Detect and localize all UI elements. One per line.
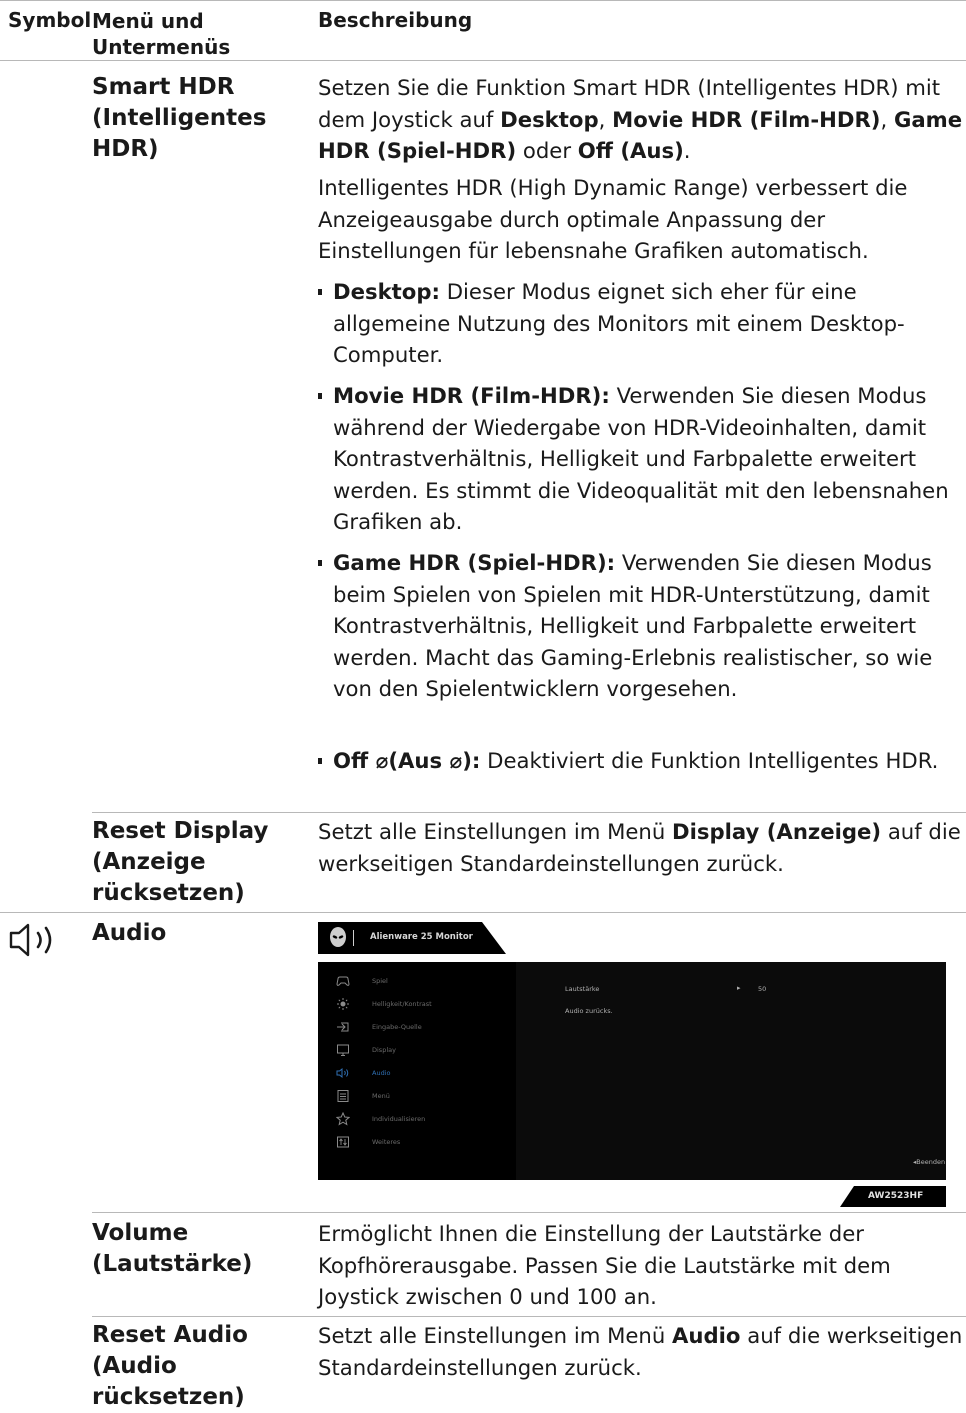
osd-item-spiel: Spiel [328, 972, 508, 990]
bullet-game-hdr: Game HDR (Spiel-HDR): Verwenden Sie dies… [318, 547, 963, 705]
menu-smart-hdr: Smart HDR (Intelligentes HDR) [92, 74, 267, 162]
row-divider [92, 1316, 966, 1317]
osd-model-tag: AW2523HF [840, 1186, 946, 1207]
osd-exit: ◂Beenden [913, 1158, 946, 1166]
bullet-dot [318, 393, 322, 399]
bullet-desktop: Desktop: Dieser Modus eignet sich eher f… [318, 276, 963, 371]
other-icon [337, 1136, 349, 1148]
osd-item-display: Display [328, 1041, 508, 1059]
sun-icon [337, 998, 349, 1010]
menu-reset-display: Reset Display (Anzeige rücksetzen) [92, 818, 269, 906]
off-symbol-icon: ⌀ [449, 748, 463, 773]
col-header-symbol: Symbol [8, 8, 92, 32]
bullet-movie-hdr: Movie HDR (Film-HDR): Verwenden Sie dies… [318, 380, 963, 538]
reset-audio-description: Setzt alle Einstellungen im Menü Audio a… [318, 1323, 963, 1380]
table-top-border [0, 0, 966, 1]
input-icon [337, 1022, 349, 1032]
osd-model-label: AW2523HF [868, 1191, 924, 1201]
row-divider [92, 1212, 966, 1213]
menu-volume: Volume (Lautstärke) [92, 1220, 253, 1277]
row-divider [92, 812, 966, 813]
speaker-icon [336, 1067, 349, 1079]
header-divider [0, 60, 966, 61]
osd-row-volume-arrow-icon: ▸ [737, 984, 741, 992]
osd-title: Alienware 25 Monitor [370, 932, 473, 942]
osd-item-audio: Audio [328, 1064, 508, 1082]
bullet-dot [318, 758, 322, 764]
osd-item-menu: Menü [328, 1087, 508, 1105]
osd-item-helligkeit: Helligkeit/Kontrast [328, 995, 508, 1013]
menu-audio: Audio [92, 920, 167, 946]
gamepad-icon [336, 976, 350, 986]
smart-hdr-description: Intelligentes HDR (High Dynamic Range) v… [318, 175, 908, 263]
osd-item-individualisieren: Individualisieren [328, 1110, 508, 1128]
osd-row-volume-value: 50 [758, 985, 767, 993]
menu-reset-audio: Reset Audio (Audio rücksetzen) [92, 1322, 248, 1410]
reset-display-description: Setzt alle Einstellungen im Menü Display… [318, 819, 961, 876]
bullet-off: Off ⌀(Aus ⌀): Deaktiviert die Funktion I… [318, 745, 963, 777]
section-divider [0, 912, 966, 913]
osd-menu-screenshot: Spiel Helligkeit/Kontrast Eingabe-Quelle… [318, 962, 946, 1180]
bullet-dot [318, 289, 322, 295]
col-header-menu: Menü und Untermenüs [92, 9, 231, 59]
manual-page: Symbol Menü und Untermenüs Beschreibung … [0, 0, 966, 1410]
osd-title-bar: Alienware 25 Monitor [318, 922, 506, 954]
speaker-icon [8, 922, 64, 958]
volume-description: Ermöglicht Ihnen die Einstellung der Lau… [318, 1221, 891, 1309]
star-icon [336, 1112, 350, 1126]
monitor-icon [337, 1044, 349, 1056]
bullet-dot [318, 560, 322, 566]
osd-item-eingabe: Eingabe-Quelle [328, 1018, 508, 1036]
osd-item-weiteres: Weiteres [328, 1133, 508, 1151]
col-header-description: Beschreibung [318, 8, 473, 32]
smart-hdr-intro: Setzen Sie die Funktion Smart HDR (Intel… [318, 75, 963, 163]
osd-row-volume-label: Lautstärke [565, 985, 600, 993]
off-symbol-icon: ⌀ [375, 748, 389, 773]
list-icon [337, 1090, 349, 1102]
osd-row-reset-audio: Audio zurücks. [565, 1007, 613, 1015]
